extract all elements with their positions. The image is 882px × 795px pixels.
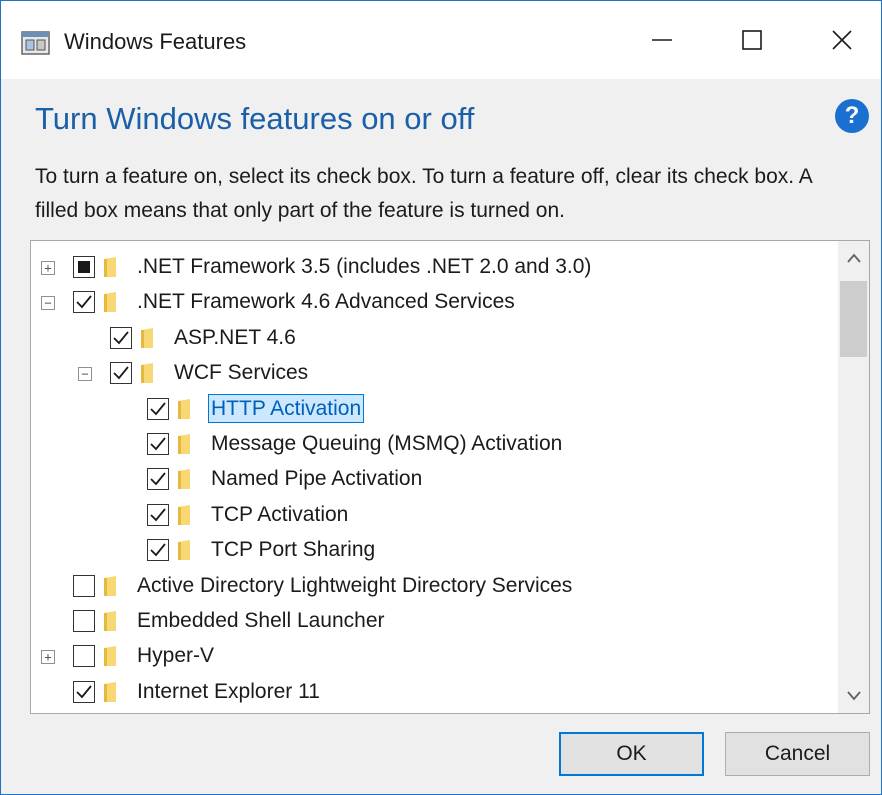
feature-row[interactable]: HTTP Activation [31,391,837,427]
feature-row[interactable]: Internet Explorer 11 [31,674,837,710]
ok-button[interactable]: OK [559,732,704,776]
feature-row[interactable]: ASP.NET 4.6 [31,320,837,356]
feature-row[interactable]: Named Pipe Activation [31,461,837,497]
folder-icon [177,398,191,419]
scroll-up-button[interactable] [838,241,869,275]
feature-label: ASP.NET 4.6 [174,325,296,349]
folder-icon [177,469,191,490]
folder-icon [177,434,191,454]
feature-label: Active Directory Lightweight Directory S… [137,573,573,597]
feature-checkbox[interactable] [147,433,169,455]
feature-checkbox[interactable] [73,291,95,314]
feature-label: Internet Explorer 11 [137,679,320,703]
folder-icon [177,504,191,525]
feature-label: Hyper-V [137,644,215,668]
minimize-icon [652,39,672,41]
feature-row[interactable]: Embedded Shell Launcher [31,603,837,639]
windows-features-icon [21,27,51,57]
chevron-up-icon [846,253,861,263]
folder-icon [103,575,117,596]
feature-label: Named Pipe Activation [211,467,423,491]
minimize-button[interactable] [627,15,697,65]
maximize-icon [742,30,762,50]
title-bar[interactable]: Windows Features [1,1,881,79]
feature-checkbox[interactable] [147,503,169,526]
scrollbar-thumb[interactable] [840,281,867,357]
feature-row[interactable]: − WCF Services [31,355,837,391]
feature-row[interactable]: TCP Activation [31,497,837,533]
windows-features-dialog: Windows Features Turn Windows features o… [0,0,882,795]
feature-checkbox[interactable] [73,574,95,597]
feature-checkbox[interactable] [110,362,132,385]
chevron-down-icon [846,691,861,701]
feature-checkbox[interactable] [73,610,95,632]
folder-icon [103,681,117,702]
feature-checkbox[interactable] [147,468,169,491]
expand-icon[interactable]: + [41,261,55,275]
feature-label: TCP Port Sharing [211,538,376,562]
features-tree[interactable]: + .NET Framework 3.5 (includes .NET 2.0 a… [30,240,870,714]
scroll-down-button[interactable] [838,679,869,713]
help-button[interactable]: ? [835,99,869,133]
feature-label: .NET Framework 3.5 (includes .NET 2.0 an… [137,255,592,278]
feature-row[interactable]: + .NET Framework 3.5 (includes .NET 2.0 a… [31,249,837,285]
help-icon: ? [844,102,860,129]
folder-icon [103,611,117,631]
feature-label: Message Queuing (MSMQ) Activation [211,432,563,455]
feature-checkbox[interactable] [73,256,95,278]
feature-checkbox[interactable] [73,645,95,668]
feature-row[interactable]: Message Queuing (MSMQ) Activation [31,426,837,462]
feature-row[interactable]: TCP Port Sharing [31,532,837,568]
folder-icon [177,540,191,561]
feature-checkbox[interactable] [110,326,132,349]
window-title: Windows Features [64,29,247,54]
collapse-icon[interactable]: − [78,367,92,382]
feature-label: WCF Services [174,361,309,385]
feature-row[interactable]: − .NET Framework 4.6 Advanced Services [31,284,837,320]
feature-label: HTTP Activation [207,393,365,423]
folder-icon [140,327,154,348]
folder-icon [103,646,117,667]
folder-icon [103,292,117,313]
dialog-heading: Turn Windows features on or off [35,101,475,136]
feature-checkbox[interactable] [147,397,169,420]
folder-icon [140,363,154,384]
feature-checkbox[interactable] [73,680,95,703]
feature-row[interactable]: Active Directory Lightweight Directory S… [31,568,837,604]
collapse-icon[interactable]: − [41,296,55,311]
close-button[interactable] [807,15,877,65]
dialog-description: To turn a feature on, select its check b… [35,165,812,222]
cancel-button[interactable]: Cancel [725,732,870,776]
feature-row[interactable]: + Hyper-V [31,638,837,674]
feature-checkbox[interactable] [147,539,169,562]
feature-label: .NET Framework 4.6 Advanced Services [137,290,515,314]
close-icon [832,30,852,50]
folder-icon [103,257,117,277]
vertical-scrollbar[interactable] [838,241,869,713]
maximize-button[interactable] [717,15,787,65]
expand-icon[interactable]: + [41,650,55,665]
feature-label: TCP Activation [211,502,349,526]
feature-label: Embedded Shell Launcher [137,609,385,632]
